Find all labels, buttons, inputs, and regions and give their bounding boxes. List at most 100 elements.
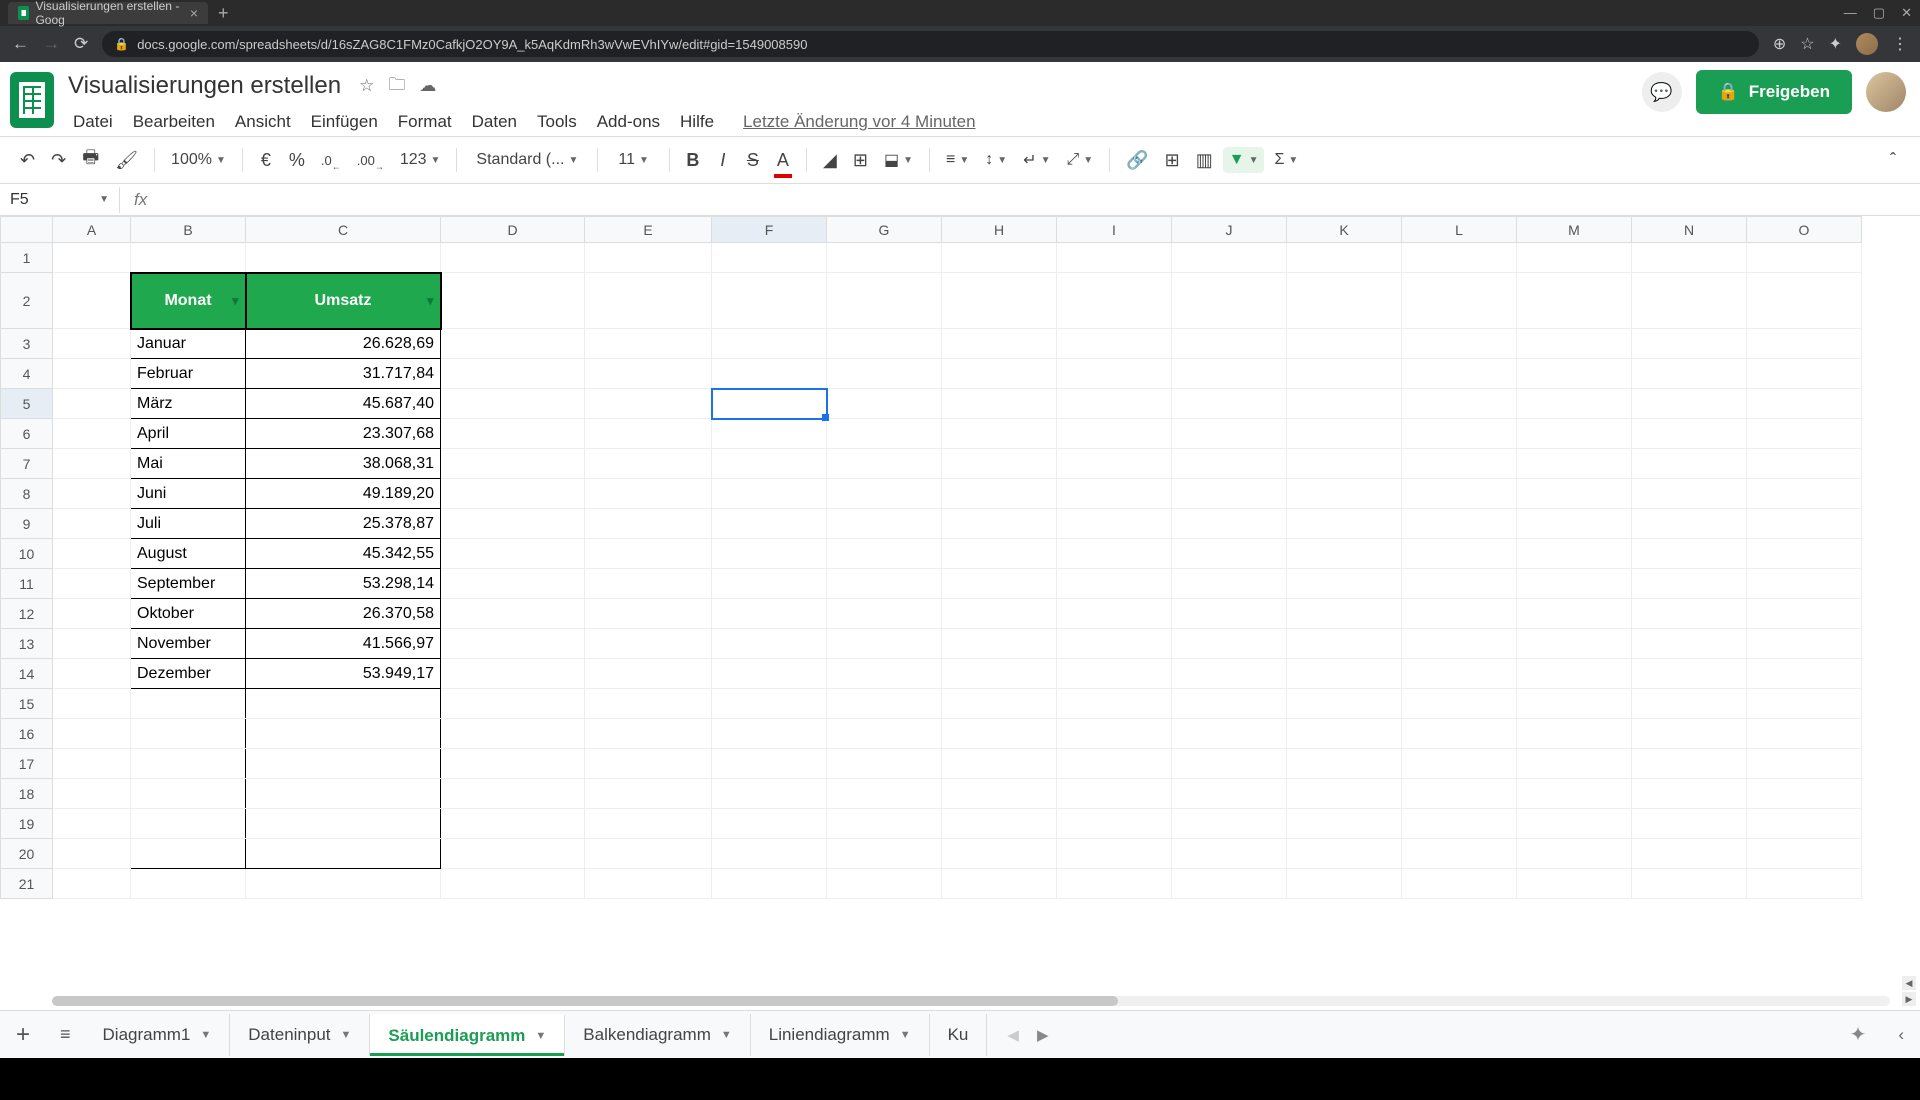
row-header-4[interactable]: 4 (1, 359, 53, 389)
horizontal-scrollbar[interactable] (52, 996, 1890, 1006)
cell-A16[interactable] (53, 719, 131, 749)
cell-B11[interactable]: September (131, 569, 246, 599)
extensions-icon[interactable]: ✦ (1829, 34, 1842, 54)
row-header-1[interactable]: 1 (1, 243, 53, 273)
cell-N19[interactable] (1632, 809, 1747, 839)
cell-M10[interactable] (1517, 539, 1632, 569)
cell-D13[interactable] (441, 629, 585, 659)
cell-L3[interactable] (1402, 329, 1517, 359)
cell-G5[interactable] (827, 389, 942, 419)
cell-B8[interactable]: Juni (131, 479, 246, 509)
cell-B2[interactable]: Monat▾ (131, 273, 246, 329)
cell-G9[interactable] (827, 509, 942, 539)
cell-C4[interactable]: 31.717,84 (246, 359, 441, 389)
cell-C11[interactable]: 53.298,14 (246, 569, 441, 599)
cell-J6[interactable] (1172, 419, 1287, 449)
cell-G1[interactable] (827, 243, 942, 273)
cell-A14[interactable] (53, 659, 131, 689)
row-header-21[interactable]: 21 (1, 869, 53, 899)
cell-N20[interactable] (1632, 839, 1747, 869)
sheet-nav-prev[interactable]: ◀ (1007, 1026, 1019, 1044)
cell-C21[interactable] (246, 869, 441, 899)
doc-title[interactable]: Visualisierungen erstellen (64, 70, 345, 102)
cell-H20[interactable] (942, 839, 1057, 869)
scroll-right-button[interactable]: ▶ (1902, 992, 1916, 1006)
cell-K13[interactable] (1287, 629, 1402, 659)
cell-D20[interactable] (441, 839, 585, 869)
cell-J9[interactable] (1172, 509, 1287, 539)
cell-I15[interactable] (1057, 689, 1172, 719)
cell-L7[interactable] (1402, 449, 1517, 479)
cell-I10[interactable] (1057, 539, 1172, 569)
cell-C20[interactable] (246, 839, 441, 869)
cell-D21[interactable] (441, 869, 585, 899)
cell-E16[interactable] (585, 719, 712, 749)
cell-L6[interactable] (1402, 419, 1517, 449)
cell-I12[interactable] (1057, 599, 1172, 629)
cell-F7[interactable] (712, 449, 827, 479)
cell-D9[interactable] (441, 509, 585, 539)
cell-D17[interactable] (441, 749, 585, 779)
cell-M13[interactable] (1517, 629, 1632, 659)
cell-C9[interactable]: 25.378,87 (246, 509, 441, 539)
menu-datei[interactable]: Datei (64, 108, 122, 136)
cell-E17[interactable] (585, 749, 712, 779)
cell-I16[interactable] (1057, 719, 1172, 749)
cell-N18[interactable] (1632, 779, 1747, 809)
cell-N21[interactable] (1632, 869, 1747, 899)
cell-J1[interactable] (1172, 243, 1287, 273)
cell-K5[interactable] (1287, 389, 1402, 419)
menu-tools[interactable]: Tools (528, 108, 586, 136)
cell-L11[interactable] (1402, 569, 1517, 599)
profile-avatar[interactable] (1866, 72, 1906, 112)
cell-I9[interactable] (1057, 509, 1172, 539)
cell-A12[interactable] (53, 599, 131, 629)
cell-N12[interactable] (1632, 599, 1747, 629)
cell-A18[interactable] (53, 779, 131, 809)
cell-D19[interactable] (441, 809, 585, 839)
cell-M4[interactable] (1517, 359, 1632, 389)
cell-H6[interactable] (942, 419, 1057, 449)
cell-N9[interactable] (1632, 509, 1747, 539)
cell-L19[interactable] (1402, 809, 1517, 839)
cell-K12[interactable] (1287, 599, 1402, 629)
col-header-I[interactable]: I (1057, 217, 1172, 243)
cell-I5[interactable] (1057, 389, 1172, 419)
text-color-button[interactable]: A (770, 144, 796, 177)
cell-B10[interactable]: August (131, 539, 246, 569)
cell-M21[interactable] (1517, 869, 1632, 899)
cell-L4[interactable] (1402, 359, 1517, 389)
cell-L20[interactable] (1402, 839, 1517, 869)
cell-B20[interactable] (131, 839, 246, 869)
cell-B13[interactable]: November (131, 629, 246, 659)
decrease-decimal-button[interactable]: .0← (315, 143, 347, 178)
zoom-icon[interactable]: ⊕ (1773, 34, 1786, 54)
cell-F15[interactable] (712, 689, 827, 719)
cell-K19[interactable] (1287, 809, 1402, 839)
cell-C19[interactable] (246, 809, 441, 839)
font-select[interactable]: Standard (...▼ (467, 146, 587, 174)
cell-C18[interactable] (246, 779, 441, 809)
cell-L21[interactable] (1402, 869, 1517, 899)
cell-O4[interactable] (1747, 359, 1862, 389)
cell-H2[interactable] (942, 273, 1057, 329)
cell-M19[interactable] (1517, 809, 1632, 839)
cell-O20[interactable] (1747, 839, 1862, 869)
cell-F19[interactable] (712, 809, 827, 839)
font-size-select[interactable]: 11▼ (608, 147, 659, 173)
col-header-J[interactable]: J (1172, 217, 1287, 243)
cell-E9[interactable] (585, 509, 712, 539)
zoom-select[interactable]: 100%▼ (165, 147, 232, 173)
cell-K10[interactable] (1287, 539, 1402, 569)
sheet-tab-0[interactable]: Diagramm1▼ (85, 1014, 231, 1056)
cell-L17[interactable] (1402, 749, 1517, 779)
cell-G20[interactable] (827, 839, 942, 869)
cell-J20[interactable] (1172, 839, 1287, 869)
cell-A5[interactable] (53, 389, 131, 419)
cell-L10[interactable] (1402, 539, 1517, 569)
cell-K16[interactable] (1287, 719, 1402, 749)
formula-input[interactable] (161, 187, 1920, 212)
cell-N16[interactable] (1632, 719, 1747, 749)
minimize-icon[interactable]: ― (1844, 5, 1857, 21)
cell-N15[interactable] (1632, 689, 1747, 719)
